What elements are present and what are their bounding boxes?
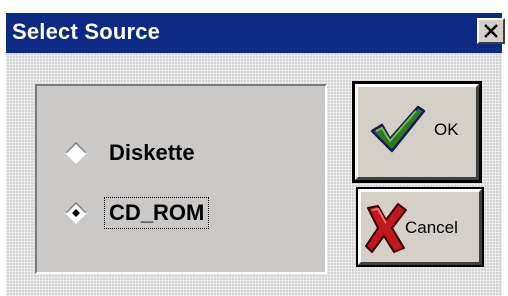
window-title: Select Source: [12, 19, 161, 44]
close-icon: [484, 24, 498, 38]
dialog-body: Diskette CD_ROM OK Cancel: [6, 53, 502, 296]
radio-unselected-icon[interactable]: [65, 141, 87, 165]
ok-button[interactable]: OK: [352, 81, 482, 183]
ok-label: OK: [434, 120, 459, 139]
source-options-group: Diskette CD_ROM: [35, 84, 327, 274]
radio-option-diskette[interactable]: Diskette: [65, 138, 199, 168]
red-x-icon: [365, 203, 407, 253]
close-button[interactable]: [477, 18, 505, 44]
title-bar[interactable]: Select Source: [6, 13, 505, 53]
checkmark-icon: [370, 105, 426, 153]
select-source-dialog: Select Source Diskette CD_ROM OK Cancel: [0, 0, 508, 296]
radio-option-cd-rom[interactable]: CD_ROM: [65, 197, 210, 229]
cancel-label: Cancel: [405, 218, 458, 237]
radio-label-cd-rom: CD_ROM: [103, 197, 210, 229]
radio-selected-icon[interactable]: [65, 201, 87, 225]
cancel-button[interactable]: Cancel: [356, 187, 484, 267]
radio-label-diskette: Diskette: [109, 140, 195, 165]
